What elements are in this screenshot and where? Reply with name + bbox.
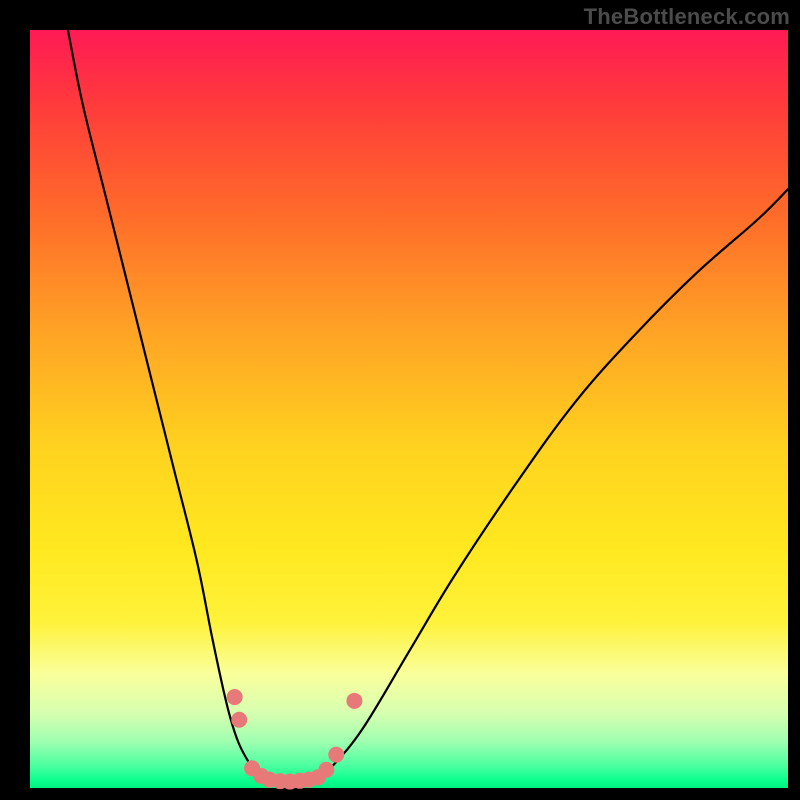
chart-frame: TheBottleneck.com [0, 0, 800, 800]
data-marker [346, 693, 362, 709]
data-marker [328, 747, 344, 763]
data-marker [227, 689, 243, 705]
chart-svg [30, 30, 788, 788]
data-marker [318, 762, 334, 778]
plot-area [30, 30, 788, 788]
marker-group [227, 689, 363, 790]
curve-left-branch [68, 30, 261, 777]
curve-right-branch [318, 189, 788, 778]
watermark-text: TheBottleneck.com [584, 4, 790, 30]
data-marker [231, 712, 247, 728]
